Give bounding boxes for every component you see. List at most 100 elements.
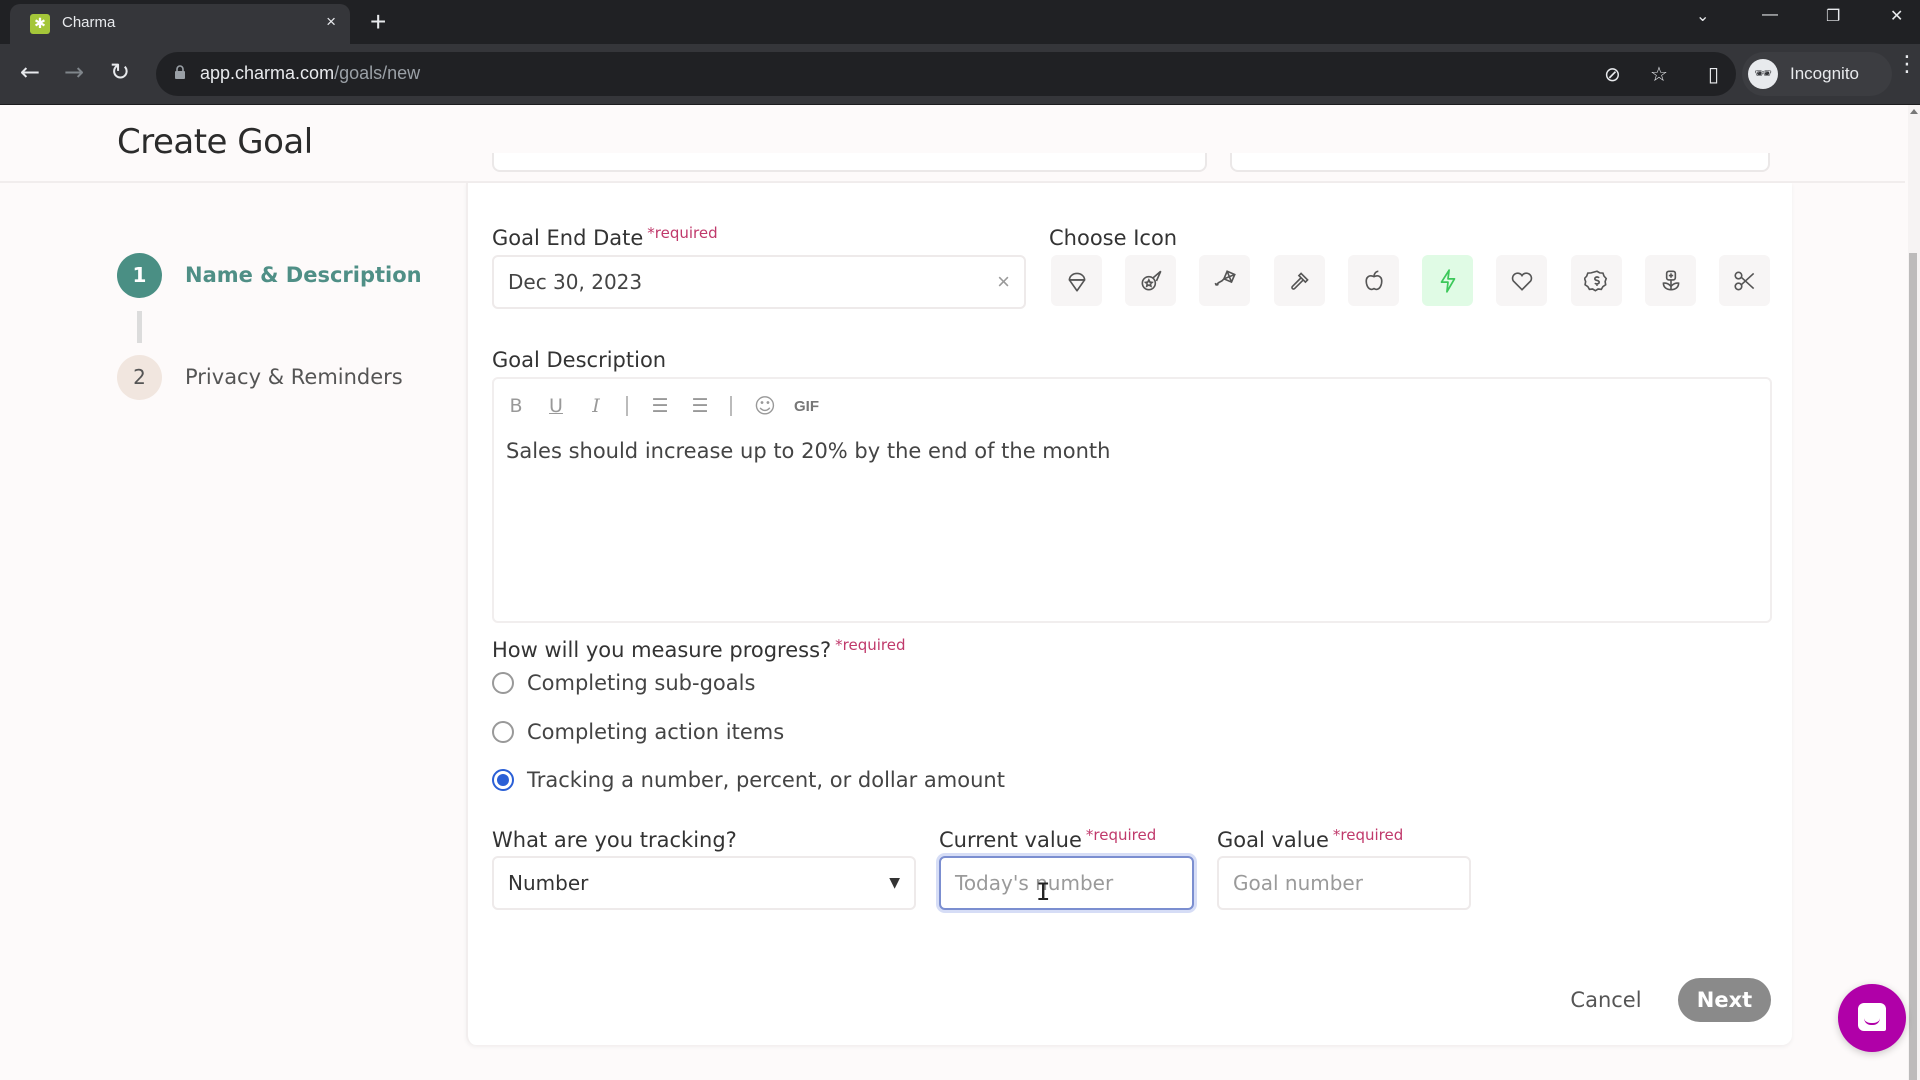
icon-option-flower-pot[interactable]	[1645, 255, 1696, 306]
icon-option-heart[interactable]	[1496, 255, 1547, 306]
measure-progress-label: How will you measure progress? *required	[492, 636, 906, 662]
goal-name-field-edge[interactable]	[492, 153, 1207, 172]
tracking-type-value: Number	[508, 871, 589, 895]
icon-option-ice-cream[interactable]	[1051, 255, 1102, 306]
emoji-icon[interactable]: ☺	[754, 394, 776, 418]
cancel-button[interactable]: Cancel	[1562, 980, 1650, 1020]
tab-close-icon[interactable]: ×	[326, 12, 336, 32]
browser-tab-strip: ✱ Charma × + ⌄ — ❐ ✕	[0, 0, 1920, 44]
bookmark-star-icon[interactable]: ☆	[1650, 62, 1668, 86]
icon-option-lightning[interactable]	[1422, 255, 1473, 306]
bullet-list-icon[interactable]: ☰	[650, 395, 670, 417]
incognito-profile-button[interactable]: 🕶 Incognito	[1742, 52, 1892, 96]
step-label: Privacy & Reminders	[185, 365, 403, 389]
goal-value-label-text: Goal value	[1217, 828, 1329, 852]
radio-label: Tracking a number, percent, or dollar am…	[527, 768, 1005, 792]
gif-button[interactable]: GIF	[794, 398, 819, 415]
italic-icon[interactable]: I	[586, 395, 606, 417]
chat-icon	[1858, 1003, 1886, 1031]
step-connector	[137, 311, 142, 343]
eye-off-icon[interactable]: ⊘	[1604, 62, 1621, 86]
editor-toolbar: B U I ☰ ☰ ☺ GIF	[506, 391, 839, 421]
tab-title: Charma	[62, 14, 116, 31]
icon-option-scissors[interactable]	[1719, 255, 1770, 306]
next-button[interactable]: Next	[1678, 978, 1771, 1022]
incognito-icon: 🕶	[1748, 59, 1778, 89]
current-value-label: Current value *required	[939, 826, 1157, 852]
radio-label: Completing sub-goals	[527, 671, 756, 695]
toolbar-divider	[730, 396, 732, 416]
dropdown-caret-icon: ▼	[889, 875, 900, 891]
radio-label: Completing action items	[527, 720, 785, 744]
step-privacy-reminders[interactable]: 2 Privacy & Reminders	[117, 355, 497, 401]
tracking-type-select[interactable]: Number ▼	[492, 856, 916, 910]
icon-option-comet[interactable]	[1125, 255, 1176, 306]
tab-search-icon[interactable]: ⌄	[1696, 6, 1709, 26]
lightning-icon	[1440, 268, 1455, 293]
new-tab-button[interactable]: +	[370, 4, 386, 40]
radio-tracking-number[interactable]: Tracking a number, percent, or dollar am…	[492, 766, 1005, 794]
bold-icon[interactable]: B	[506, 395, 526, 417]
description-text[interactable]: Sales should increase up to 20% by the e…	[506, 439, 1110, 463]
scissors-icon	[1733, 271, 1754, 290]
icon-option-hammer[interactable]	[1274, 255, 1325, 306]
browser-menu-icon[interactable]: ⋮	[1896, 54, 1918, 76]
forward-icon[interactable]: →	[64, 59, 84, 85]
goal-form-card: Goal End Date *required Dec 30, 2023 × Ch…	[466, 153, 1792, 1045]
restore-icon[interactable]: ❐	[1826, 6, 1840, 26]
current-value-input[interactable]: Today's number	[939, 856, 1194, 910]
page-scrollbar[interactable]	[1908, 105, 1920, 1080]
radio-sub-goals[interactable]: Completing sub-goals	[492, 669, 755, 697]
clear-date-icon[interactable]: ×	[997, 257, 1010, 307]
profile-label: Incognito	[1790, 64, 1859, 83]
side-panel-icon[interactable]: ▯	[1708, 62, 1719, 86]
comet-icon	[1141, 270, 1161, 290]
end-date-input[interactable]: Dec 30, 2023 ×	[492, 255, 1026, 309]
tracking-label: What are you tracking?	[492, 828, 737, 852]
current-value-label-text: Current value	[939, 828, 1082, 852]
step-number: 2	[117, 355, 162, 400]
description-editor[interactable]: B U I ☰ ☰ ☺ GIF Sales should increase up…	[492, 377, 1772, 623]
radio-action-items[interactable]: Completing action items	[492, 718, 784, 746]
flower-pot-icon	[1662, 269, 1679, 290]
window-close-icon[interactable]: ✕	[1890, 6, 1903, 26]
goal-category-field-edge[interactable]	[1230, 153, 1770, 172]
end-date-value: Dec 30, 2023	[508, 270, 643, 294]
url-path: /goals/new	[334, 63, 421, 83]
minimize-icon[interactable]: —	[1762, 6, 1778, 24]
icon-option-apple[interactable]	[1348, 255, 1399, 306]
description-label: Goal Description	[492, 348, 667, 372]
goal-value-placeholder: Goal number	[1233, 871, 1363, 895]
radio-button-checked[interactable]	[492, 769, 514, 791]
browser-tab[interactable]: ✱ Charma ×	[10, 4, 350, 44]
scroll-up-arrow-icon[interactable]	[1910, 109, 1918, 114]
chat-launcher-button[interactable]	[1838, 984, 1906, 1052]
back-icon[interactable]: ←	[20, 59, 40, 85]
hammer-icon	[1290, 271, 1309, 290]
icon-option-kite[interactable]	[1199, 255, 1250, 306]
goal-value-label: Goal value *required	[1217, 826, 1404, 852]
numbered-list-icon[interactable]: ☰	[690, 395, 710, 417]
reload-icon[interactable]: ↻	[110, 59, 130, 85]
icon-option-dollar-badge[interactable]	[1571, 255, 1622, 306]
url-text: app.charma.com/goals/new	[200, 63, 420, 84]
required-marker: *required	[1085, 826, 1157, 844]
lock-icon	[175, 65, 185, 79]
step-label: Name & Description	[185, 263, 422, 287]
page-title: Create Goal	[117, 122, 313, 162]
current-value-placeholder: Today's number	[955, 871, 1114, 895]
required-marker: *required	[1332, 826, 1404, 844]
text-cursor-icon: I	[1036, 878, 1051, 906]
scrollbar-thumb[interactable]	[1909, 253, 1917, 1080]
goal-value-input[interactable]: Goal number	[1217, 856, 1471, 910]
step-number: 1	[117, 253, 162, 298]
kite-icon	[1214, 269, 1236, 286]
required-marker: *required	[835, 636, 906, 654]
step-name-description[interactable]: 1 Name & Description	[117, 253, 497, 299]
measure-progress-label-text: How will you measure progress?	[492, 638, 832, 662]
dollar-badge-icon	[1583, 269, 1607, 292]
radio-button[interactable]	[492, 672, 514, 694]
address-bar[interactable]: app.charma.com/goals/new ⊘ ☆	[156, 52, 1736, 96]
underline-icon[interactable]: U	[546, 395, 566, 417]
radio-button[interactable]	[492, 721, 514, 743]
